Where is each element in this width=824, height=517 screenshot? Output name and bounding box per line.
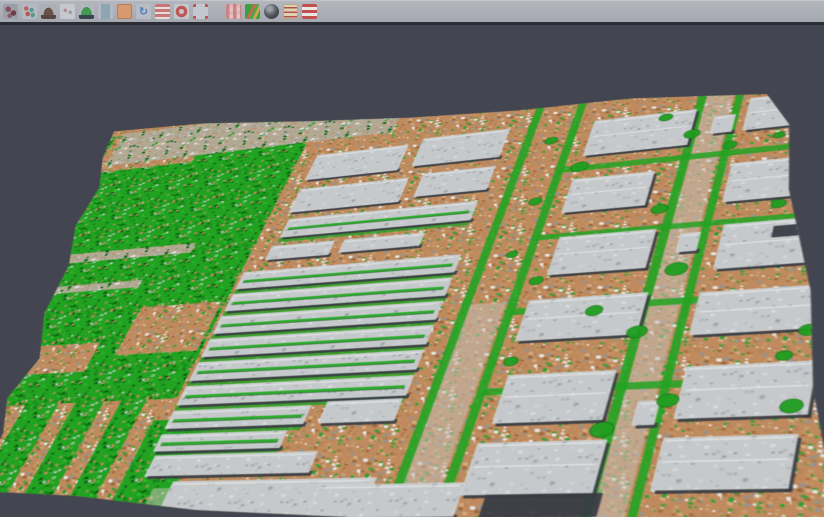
red-layers-icon[interactable] bbox=[155, 4, 170, 19]
red-ring-icon[interactable] bbox=[174, 4, 189, 19]
application-window: ↻ bbox=[0, 0, 824, 517]
red-crop-icon[interactable] bbox=[193, 4, 208, 19]
building-roof bbox=[743, 88, 824, 130]
building-shadow bbox=[814, 287, 824, 331]
points-multicolor-icon[interactable] bbox=[22, 4, 37, 19]
viewport-3d[interactable] bbox=[0, 25, 824, 517]
red-stripes-icon[interactable] bbox=[302, 4, 317, 19]
terrain-mound-icon[interactable] bbox=[41, 4, 56, 19]
points-maroon-icon[interactable] bbox=[3, 4, 18, 19]
shadow-patch bbox=[478, 493, 603, 517]
dark-sphere-icon[interactable] bbox=[264, 4, 279, 19]
green-hill-icon[interactable] bbox=[79, 4, 94, 19]
terrain-svg bbox=[0, 88, 824, 517]
orthophoto-icon[interactable] bbox=[117, 4, 132, 19]
sparse-points-icon[interactable] bbox=[60, 4, 75, 19]
red-checker-icon[interactable] bbox=[226, 4, 241, 19]
profile-slab-icon[interactable] bbox=[98, 4, 113, 19]
tree bbox=[811, 252, 824, 264]
terrain-mesh bbox=[0, 88, 824, 517]
classification-map-icon[interactable] bbox=[245, 4, 260, 19]
report-icon[interactable] bbox=[283, 4, 298, 19]
toolbar: ↻ bbox=[0, 0, 824, 22]
refresh-icon[interactable]: ↻ bbox=[136, 4, 151, 19]
point-cloud-scene[interactable] bbox=[0, 88, 824, 517]
vegetation-patch bbox=[446, 91, 521, 114]
